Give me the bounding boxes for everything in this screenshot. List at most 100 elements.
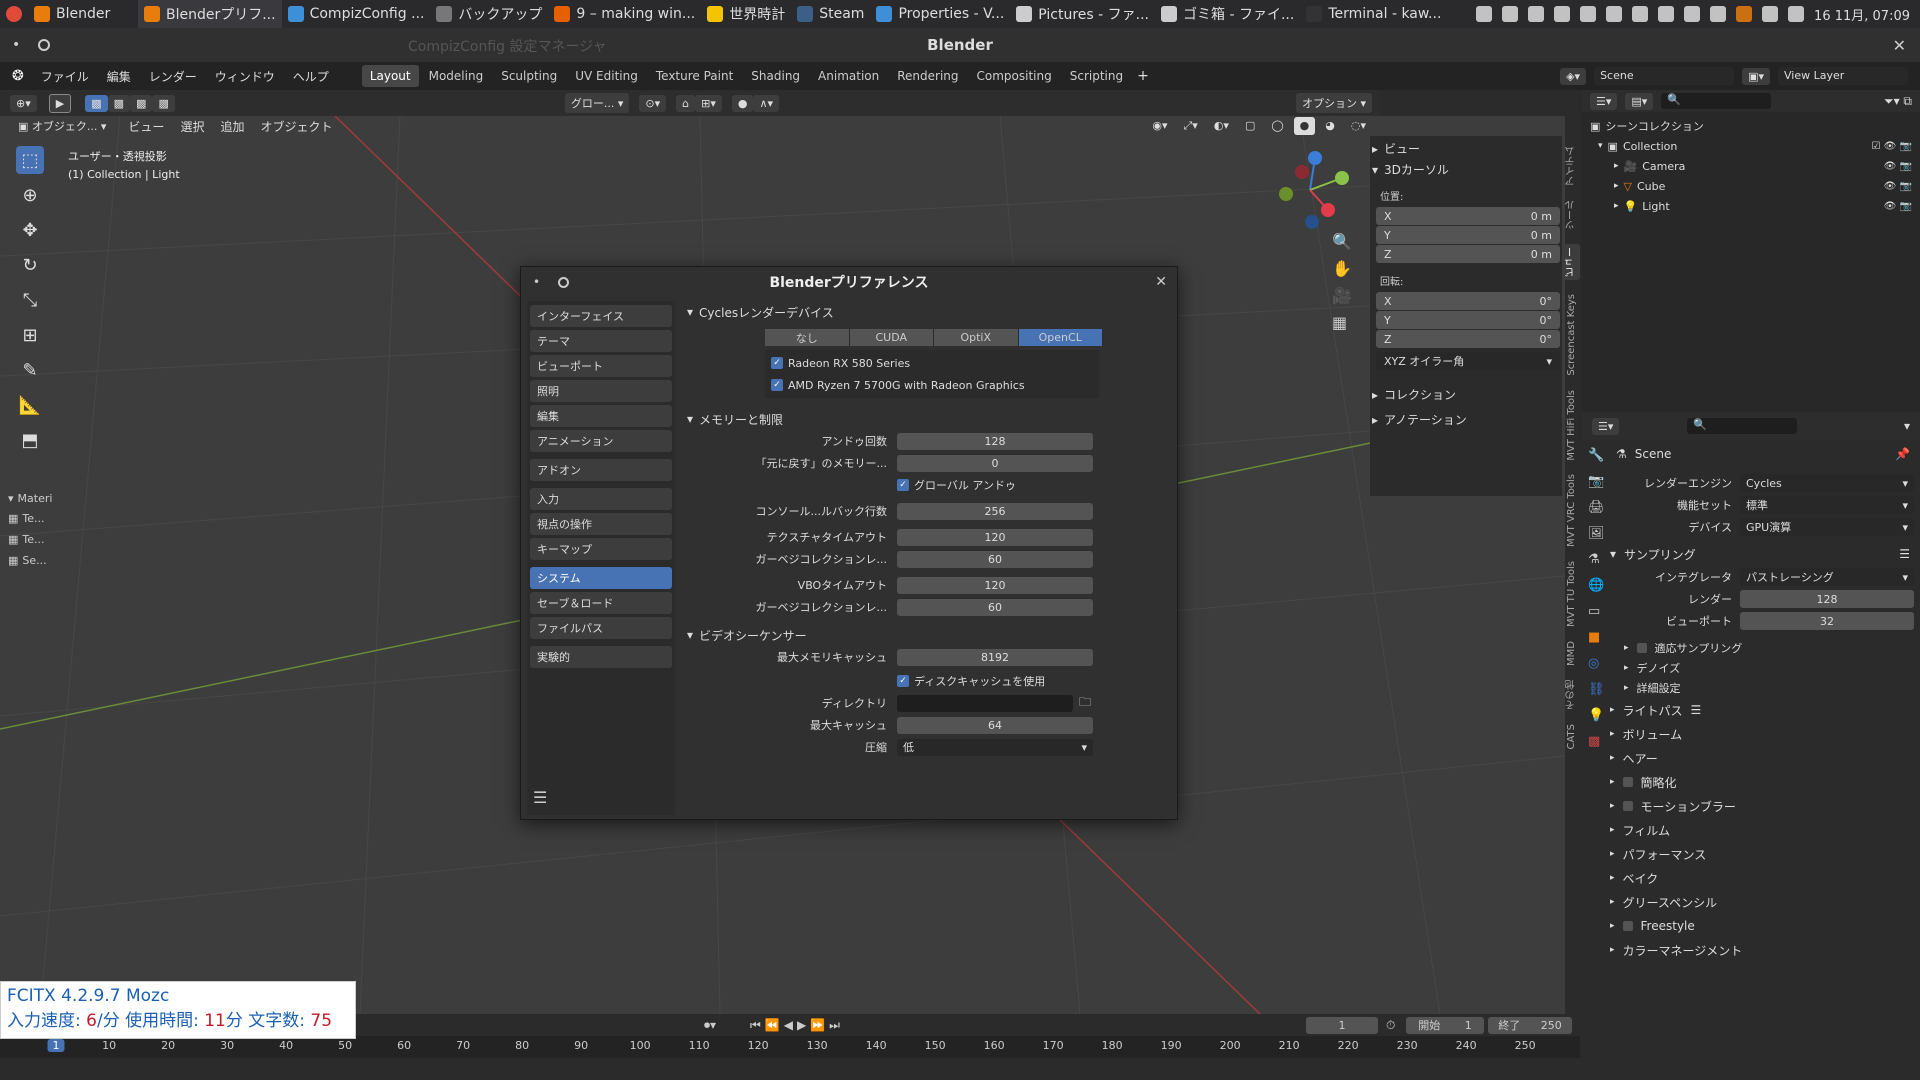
- taskbar-item[interactable]: Properties - V...: [870, 0, 1010, 28]
- outliner-row[interactable]: ▸ 💡 Light 👁 📷: [1590, 196, 1912, 216]
- playback-buttons[interactable]: ⏮⏪◀▶⏩⏭: [750, 1018, 844, 1033]
- view-layer-icon[interactable]: ▣▾: [1742, 67, 1770, 85]
- render-tab-icon[interactable]: 📷: [1588, 474, 1606, 489]
- viewport-menu[interactable]: ビュー: [128, 118, 164, 135]
- camera-view-icon[interactable]: 🎥: [1332, 286, 1352, 305]
- prefs-nav-item[interactable]: ビューポート: [530, 355, 672, 377]
- navigation-gizmo[interactable]: [1270, 150, 1350, 230]
- prefs-nav-item[interactable]: インターフェイス: [530, 305, 672, 327]
- annotate-icon[interactable]: ✎: [16, 356, 44, 384]
- panel-section[interactable]: ▸ カラーマネージメント: [1610, 938, 1914, 962]
- material-panel-header[interactable]: ▾ Materi: [8, 488, 60, 508]
- integrator-dropdown[interactable]: パストレーシング ▾: [1740, 568, 1914, 586]
- prefs-nav-item[interactable]: テーマ: [530, 330, 672, 352]
- sidebar-tab[interactable]: ツール: [1564, 200, 1579, 230]
- visibility-toggles[interactable]: 👁 📷: [1884, 161, 1912, 172]
- measure-icon[interactable]: 📐: [16, 391, 44, 419]
- visibility-toggles[interactable]: 👁 📷: [1884, 181, 1912, 192]
- memory-section[interactable]: ▾ メモリーと制限: [687, 408, 1167, 430]
- loc-z-field[interactable]: Z 0 m: [1376, 245, 1560, 263]
- prefs-nav-item[interactable]: アドオン: [530, 459, 672, 481]
- select-box-icon[interactable]: ⬚: [16, 146, 44, 174]
- wireframe-shading-icon[interactable]: ◯: [1265, 117, 1290, 135]
- move-icon[interactable]: ✥: [16, 216, 44, 244]
- taskbar-item[interactable]: Steam: [791, 0, 870, 28]
- properties-search-input[interactable]: 🔍: [1687, 418, 1798, 434]
- tab-workspace[interactable]: Rendering: [889, 65, 966, 87]
- taskbar-item[interactable]: 9 – making win...: [548, 0, 701, 28]
- xray-icon[interactable]: ▢: [1238, 117, 1262, 135]
- notification-icon[interactable]: [1502, 6, 1519, 22]
- setting-field[interactable]: 120: [897, 576, 1093, 594]
- subsection-header[interactable]: ▸ 適応サンプリング: [1624, 638, 1914, 658]
- prefs-nav-item[interactable]: 実験的: [530, 646, 672, 668]
- max-cache-field[interactable]: 64: [897, 716, 1093, 734]
- prefs-nav-item[interactable]: 視点の操作: [530, 513, 672, 535]
- clock[interactable]: 16 11月, 07:09: [1814, 5, 1910, 24]
- snap-target-icon[interactable]: ⊞▾: [695, 94, 722, 112]
- panel-section[interactable]: ▸ ヘアー: [1610, 746, 1914, 770]
- tray-icon[interactable]: [1632, 6, 1649, 22]
- visibility-icon[interactable]: ◉▾: [1146, 117, 1174, 135]
- prefs-nav-item[interactable]: システム: [530, 567, 672, 589]
- setting-field[interactable]: 60: [897, 550, 1093, 568]
- render-samples-field[interactable]: 128: [1740, 590, 1914, 608]
- list-icon[interactable]: ☰: [1691, 703, 1702, 717]
- close-icon[interactable]: ✕: [1155, 274, 1167, 290]
- record-icon[interactable]: ⏺▾: [704, 1018, 716, 1033]
- select-mode-icon[interactable]: ▩: [107, 94, 131, 112]
- tray-icon[interactable]: [1606, 6, 1623, 22]
- select-mode-icon[interactable]: ▩: [85, 94, 108, 112]
- select-mode-icon[interactable]: ▩: [152, 94, 175, 112]
- zoom-icon[interactable]: 🔍: [1332, 232, 1352, 251]
- menu-4[interactable]: ヘルプ: [284, 68, 338, 85]
- cycles-devices-section[interactable]: ▾ Cyclesレンダーデバイス: [687, 301, 1167, 323]
- sidebar-tab[interactable]: MMD: [1566, 641, 1577, 666]
- setting-field[interactable]: 128: [897, 432, 1093, 450]
- property-dropdown[interactable]: GPU演算 ▾: [1740, 518, 1914, 536]
- sidebar-tab[interactable]: MVT TU Tools: [1566, 561, 1577, 627]
- sidebar-tab[interactable]: MVT HiFi Tools: [1566, 390, 1577, 461]
- scene-collection-row[interactable]: ▣ シーンコレクション: [1590, 116, 1912, 136]
- select-mode-icon[interactable]: ▩: [130, 94, 153, 112]
- tray-icon[interactable]: [1554, 6, 1571, 22]
- steam-tray-icon[interactable]: [1528, 6, 1545, 22]
- sidebar-tab[interactable]: CATS: [1566, 724, 1577, 750]
- prefs-nav-item[interactable]: 照明: [530, 380, 672, 402]
- device-checkbox[interactable]: ✓: [771, 379, 783, 391]
- display-mode-icon[interactable]: ▤▾: [1625, 92, 1654, 110]
- property-dropdown[interactable]: 標準 ▾: [1740, 496, 1914, 514]
- panel-section[interactable]: ▸ Freestyle: [1610, 914, 1914, 938]
- tab-workspace[interactable]: UV Editing: [567, 65, 646, 87]
- options-dropdown[interactable]: オプション ▾: [1295, 93, 1372, 113]
- sidebar-tab[interactable]: Screencast Keys: [1566, 294, 1577, 376]
- taskbar-item[interactable]: 世界時計: [701, 0, 791, 28]
- collection-section[interactable]: ▸ コレクション: [1372, 386, 1560, 403]
- rot-z-field[interactable]: Z 0°: [1376, 330, 1560, 348]
- cursor-icon[interactable]: ⊕: [16, 181, 44, 209]
- pivot-icon[interactable]: ⊙▾: [639, 94, 667, 112]
- sampling-section[interactable]: ▾ サンプリング ☰: [1610, 542, 1914, 566]
- tab-workspace[interactable]: Compositing: [969, 65, 1060, 87]
- outliner-row[interactable]: ▸ ▽ Cube 👁 📷: [1590, 176, 1912, 196]
- device-tab[interactable]: CUDA: [849, 329, 934, 346]
- rotate-icon[interactable]: ↻: [16, 251, 44, 279]
- shield-icon[interactable]: [1658, 6, 1675, 22]
- tray-icon[interactable]: [1580, 6, 1597, 22]
- object-tab-icon[interactable]: ■: [1588, 630, 1606, 645]
- texture-tab-icon[interactable]: ▩: [1588, 734, 1606, 749]
- tab-workspace[interactable]: Scripting: [1062, 65, 1131, 87]
- output-tab-icon[interactable]: 🖨: [1588, 500, 1606, 515]
- material-item[interactable]: ▦ Te...: [8, 508, 60, 529]
- constraints-tab-icon[interactable]: ⛓: [1588, 682, 1606, 697]
- collection-tab-icon[interactable]: ▭: [1588, 604, 1606, 619]
- object-mode-dropdown[interactable]: ▣ オブジェク... ▾: [12, 116, 113, 136]
- scale-icon[interactable]: ⤡: [16, 286, 44, 314]
- setting-field[interactable]: 120: [897, 528, 1093, 546]
- bluetooth-icon[interactable]: [1684, 6, 1701, 22]
- tab-workspace[interactable]: Texture Paint: [648, 65, 741, 87]
- menu-2[interactable]: レンダー: [140, 68, 206, 85]
- outliner-row[interactable]: ▸ 🎥 Camera 👁 📷: [1590, 156, 1912, 176]
- tab-workspace[interactable]: Animation: [810, 65, 887, 87]
- taskbar-item[interactable]: Blenderプリフ...: [138, 0, 282, 28]
